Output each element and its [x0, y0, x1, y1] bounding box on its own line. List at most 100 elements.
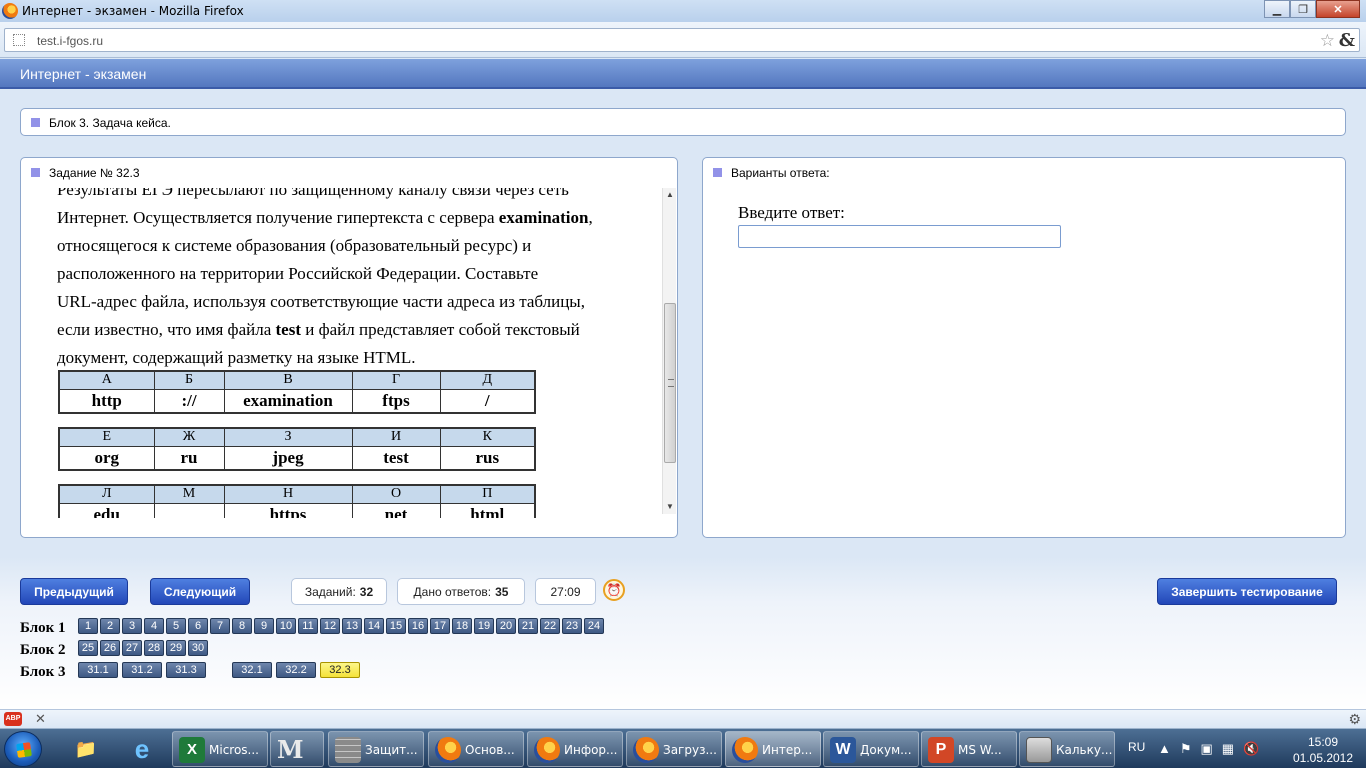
question-nav-button[interactable]: 2	[100, 618, 120, 634]
windows-taskbar: 📁 e X Micros... M Защит... Основ... Инфор... З…	[0, 728, 1366, 768]
answer-label: Введите ответ:	[738, 203, 845, 222]
task-line: расположенного на территории Российской …	[57, 264, 539, 283]
clock-date: 01.05.2012	[1292, 751, 1354, 765]
menu-ampersand-icon[interactable]: &	[1339, 30, 1355, 51]
question-nav-button[interactable]: 4	[144, 618, 164, 634]
question-nav-button[interactable]: 27	[122, 640, 142, 656]
question-nav-button[interactable]: 31.1	[78, 662, 118, 678]
maximize-button[interactable]: ❐	[1290, 0, 1316, 18]
answer-input[interactable]	[738, 225, 1061, 248]
taskbar-button-label: Докум...	[860, 743, 912, 757]
taskbar-button[interactable]: M	[270, 731, 324, 767]
bookmark-star-icon[interactable]: ☆	[1320, 31, 1335, 51]
question-nav-button[interactable]: 3	[122, 618, 142, 634]
question-nav-button[interactable]: 32.2	[276, 662, 316, 678]
taskbar-button[interactable]: Загруз...	[626, 731, 722, 767]
question-nav-button[interactable]: 31.2	[122, 662, 162, 678]
question-nav-button[interactable]: 6	[188, 618, 208, 634]
explorer-pinned-icon[interactable]: 📁	[66, 732, 106, 766]
taskbar-button[interactable]: Кальку...	[1019, 731, 1115, 767]
taskbar-button-label: MS W...	[958, 743, 1002, 757]
question-nav-button[interactable]: 13	[342, 618, 362, 634]
question-nav-button[interactable]: 26	[100, 640, 120, 656]
question-nav-button[interactable]: 14	[364, 618, 384, 634]
question-nav-button[interactable]: 1	[78, 618, 98, 634]
task-scrollbar[interactable]: ▲ ▼	[662, 188, 676, 514]
scroll-grip-icon	[668, 379, 674, 387]
block-title: Блок 3. Задача кейса.	[49, 116, 171, 130]
adblock-icon[interactable]: ABP	[4, 712, 22, 726]
next-button[interactable]: Следующий	[150, 578, 250, 605]
question-nav-button[interactable]: 24	[584, 618, 604, 634]
table-header-cell: Д	[439, 370, 536, 390]
internet-explorer-pinned-icon[interactable]: e	[122, 732, 162, 766]
taskbar-app-icon	[732, 737, 758, 763]
taskbar-app-icon: P	[928, 737, 954, 763]
scrollbar-thumb[interactable]	[664, 303, 676, 463]
question-nav-button[interactable]: 8	[232, 618, 252, 634]
question-nav-button[interactable]: 25	[78, 640, 98, 656]
question-nav-button[interactable]: 21	[518, 618, 538, 634]
question-nav-button[interactable]: 17	[430, 618, 450, 634]
taskbar-app-icon	[633, 737, 659, 763]
task-text-segment: и файл представляет собой текстовый	[300, 320, 580, 339]
taskbar-button[interactable]: P MS W...	[921, 731, 1017, 767]
close-button[interactable]: ✕	[1316, 0, 1360, 18]
question-nav-button[interactable]: 31.3	[166, 662, 206, 678]
question-nav-button[interactable]: 30	[188, 640, 208, 656]
question-nav-button[interactable]: 16	[408, 618, 428, 634]
taskbar-button-label: Защит...	[365, 743, 418, 757]
question-nav-button[interactable]: 18	[452, 618, 472, 634]
table-cell: ru	[153, 445, 225, 471]
table-header-cell: В	[223, 370, 353, 390]
table-header-cell: Л	[58, 484, 155, 504]
app-header-title: Интернет - экзамен	[20, 66, 147, 82]
question-nav-button[interactable]: 29	[166, 640, 186, 656]
system-tray-icons[interactable]: ▲⚑▣▦🔇	[1158, 741, 1268, 757]
question-nav-button[interactable]: 9	[254, 618, 274, 634]
question-nav-button[interactable]: 10	[276, 618, 296, 634]
system-clock[interactable]: 15:09 01.05.2012	[1290, 734, 1356, 766]
navigation-toolbar: test.i-fgos.ru ☆ &	[0, 22, 1366, 58]
table-header-cell: Г	[351, 370, 441, 390]
scroll-up-arrow-icon[interactable]: ▲	[663, 188, 677, 202]
question-nav-button[interactable]: 28	[144, 640, 164, 656]
table-cell: http	[58, 388, 155, 414]
close-addon-bar-icon[interactable]: ✕	[35, 711, 46, 727]
question-nav-button[interactable]: 23	[562, 618, 582, 634]
table-header-cell: Е	[58, 427, 155, 447]
url-text[interactable]: test.i-fgos.ru	[37, 34, 103, 48]
question-nav-button[interactable]: 15	[386, 618, 406, 634]
start-button[interactable]	[4, 731, 42, 767]
question-nav-button[interactable]: 32.1	[232, 662, 272, 678]
question-nav-button[interactable]: 11	[298, 618, 318, 634]
previous-button[interactable]: Предыдущий	[20, 578, 128, 605]
question-nav-button[interactable]: 22	[540, 618, 560, 634]
settings-gear-icon[interactable]: ⚙	[1348, 711, 1361, 728]
question-nav-button[interactable]: 19	[474, 618, 494, 634]
url-field[interactable]: test.i-fgos.ru ☆ &	[4, 28, 1360, 52]
taskbar-button[interactable]: Интер...	[725, 731, 821, 767]
table-value-row: edu https net html	[58, 502, 536, 518]
table-cell: test	[351, 445, 441, 471]
minimize-button[interactable]: ▁	[1264, 0, 1290, 18]
question-nav-button[interactable]: 5	[166, 618, 186, 634]
taskbar-button[interactable]: X Micros...	[172, 731, 268, 767]
scroll-down-arrow-icon[interactable]: ▼	[663, 500, 677, 514]
block-3-label: Блок 3	[20, 664, 66, 680]
task-scroll-area[interactable]: Результаты ЕГЭ пересылают по защищенному…	[22, 188, 660, 518]
finish-test-button[interactable]: Завершить тестирование	[1157, 578, 1337, 605]
taskbar-button[interactable]: Инфор...	[527, 731, 623, 767]
taskbar-button[interactable]: W Докум...	[823, 731, 919, 767]
table-cell: rus	[439, 445, 536, 471]
table-value-row: org ru jpeg test rus	[58, 445, 536, 471]
question-nav-button[interactable]: 12	[320, 618, 340, 634]
question-nav-button[interactable]: 20	[496, 618, 516, 634]
question-nav-button[interactable]: 32.3	[320, 662, 360, 678]
taskbar-button[interactable]: Основ...	[428, 731, 524, 767]
question-nav-button[interactable]: 7	[210, 618, 230, 634]
taskbar-button[interactable]: Защит...	[328, 731, 424, 767]
task-line: если известно, что имя файла test и файл…	[57, 316, 647, 344]
language-indicator[interactable]: RU	[1128, 740, 1145, 754]
site-identity-icon[interactable]	[13, 34, 25, 46]
